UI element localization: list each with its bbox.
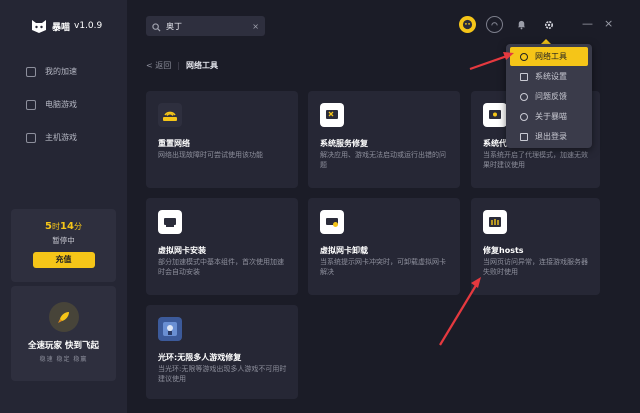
timer-hours: 5 (45, 221, 53, 232)
card-title: 虚拟网卡卸载 (320, 246, 368, 255)
rocket-icon (48, 302, 79, 332)
minimize-button[interactable]: — (582, 18, 593, 30)
promo-card[interactable]: 全速玩家 快到飞起 稳速 稳定 稳赢 (11, 286, 116, 381)
card-description: 当光环:无限等游戏出现多人游戏不可用时建议使用 (158, 365, 287, 383)
menu-item-about[interactable]: 关于暴喵 (510, 107, 588, 126)
menu-item-label: 关于暴喵 (535, 112, 567, 121)
remaining-time-card: 5时14分 暂停中 充值 (11, 209, 116, 282)
speed-icon (26, 66, 36, 77)
timer-hours-unit: 时 (52, 222, 61, 231)
console-icon (26, 132, 36, 143)
menu-item-label: 问题反馈 (535, 92, 567, 101)
card-title: 系统代 (483, 139, 507, 148)
tools-icon (320, 103, 344, 127)
card-title: 修复hosts (483, 246, 524, 255)
settings-dropdown-menu: 网络工具 系统设置 问题反馈 关于暴喵 退出登录 (506, 44, 592, 148)
bell-icon[interactable] (513, 16, 530, 33)
search-icon (152, 17, 161, 36)
page-title: 网络工具 (185, 61, 218, 70)
tool-card-virtual-nic-install[interactable]: 虚拟网卡安装 部分加速模式中基本组件，首次使用加速时会自动安装 (146, 198, 298, 295)
user-avatar[interactable] (459, 16, 476, 33)
promo-subtitle: 稳速 稳定 稳赢 (39, 356, 88, 363)
timer-minutes-unit: 分 (73, 222, 82, 231)
network-card-icon (158, 210, 182, 234)
app-name: 暴喵 (52, 22, 71, 33)
monitor-icon (26, 99, 36, 110)
cat-logo-icon (30, 18, 48, 34)
card-title: 系统服务修复 (320, 139, 368, 148)
network-card-remove-icon (320, 210, 344, 234)
menu-item-network-tools[interactable]: 网络工具 (510, 47, 588, 66)
menu-item-system-settings[interactable]: 系统设置 (510, 67, 588, 86)
sidebar-item-label: 主机游戏 (45, 133, 77, 142)
card-description: 当系统提示网卡冲突时，可卸载虚拟网卡解决 (320, 258, 446, 276)
sidebar-item-pc-games[interactable]: 电脑游戏 (26, 99, 77, 110)
menu-item-label: 系统设置 (535, 72, 567, 81)
close-button[interactable]: × (604, 18, 613, 30)
gear-icon[interactable] (540, 16, 557, 33)
hosts-repair-icon (483, 210, 507, 234)
promo-title: 全速玩家 快到飞起 (28, 341, 99, 351)
card-title: 虚拟网卡安装 (158, 246, 206, 255)
timer-status: 暂停中 (52, 236, 75, 245)
menu-item-label: 网络工具 (535, 52, 567, 61)
app-version: v1.0.9 (74, 21, 103, 31)
card-description: 部分加速模式中基本组件，首次使用加速时会自动安装 (158, 258, 284, 276)
sliders-icon (520, 72, 528, 81)
card-title: 重置网络 (158, 139, 190, 148)
sidebar-item-console-games[interactable]: 主机游戏 (26, 132, 77, 143)
tool-card-system-service-repair[interactable]: 系统服务修复 解决应用、游戏无法启动或运行出错的问题 (308, 91, 460, 188)
card-description: 解决应用、游戏无法启动或运行出错的问题 (320, 151, 446, 169)
halo-game-icon (158, 317, 182, 341)
charge-button[interactable]: 充值 (32, 252, 95, 268)
wifi-icon (158, 103, 182, 127)
back-label: 返回 (155, 61, 172, 70)
globe-icon (520, 52, 528, 61)
sidebar-item-my-boost[interactable]: 我的加速 (26, 66, 77, 77)
headset-icon[interactable] (486, 16, 503, 33)
logout-icon (520, 132, 528, 141)
breadcrumb-divider: | (177, 61, 180, 70)
card-description: 当网页访问异常，连接游戏服务器失败时使用 (483, 258, 588, 276)
timer-minutes: 14 (60, 221, 74, 232)
back-button[interactable]: < 返回 (146, 60, 171, 71)
card-description: 当系统开启了代理模式，加速无效果时建议使用 (483, 151, 588, 169)
search-box[interactable]: 奥丁 × (146, 16, 265, 36)
tool-card-reset-network[interactable]: 重置网络 网络出现故障时可尝试使用该功能 (146, 91, 298, 188)
feedback-icon (520, 92, 528, 101)
sidebar: 暴喵 v1.0.9 我的加速 电脑游戏 主机游戏 5时14分 暂停中 充值 全速… (0, 0, 127, 413)
tool-card-repair-hosts[interactable]: 修复hosts 当网页访问异常，连接游戏服务器失败时使用 (471, 198, 600, 295)
sidebar-item-label: 我的加速 (45, 67, 77, 76)
search-input[interactable]: 奥丁 (166, 21, 247, 32)
card-title: 光环:无限多人游戏修复 (158, 353, 242, 362)
proxy-icon (483, 103, 507, 127)
search-clear-icon[interactable]: × (252, 22, 259, 31)
menu-item-feedback[interactable]: 问题反馈 (510, 87, 588, 106)
tool-card-virtual-nic-uninstall[interactable]: 虚拟网卡卸载 当系统提示网卡冲突时，可卸载虚拟网卡解决 (308, 198, 460, 295)
tool-card-halo-infinite-repair[interactable]: 光环:无限多人游戏修复 当光环:无限等游戏出现多人游戏不可用时建议使用 (146, 305, 298, 399)
card-description: 网络出现故障时可尝试使用该功能 (158, 151, 263, 159)
sidebar-item-label: 电脑游戏 (45, 100, 77, 109)
info-icon (520, 112, 528, 121)
menu-item-label: 退出登录 (535, 132, 567, 141)
breadcrumb: < 返回 | 网络工具 (146, 60, 218, 71)
app-logo: 暴喵 v1.0.9 (30, 18, 102, 34)
menu-item-logout[interactable]: 退出登录 (510, 127, 588, 146)
remaining-time: 5时14分 (11, 221, 116, 232)
